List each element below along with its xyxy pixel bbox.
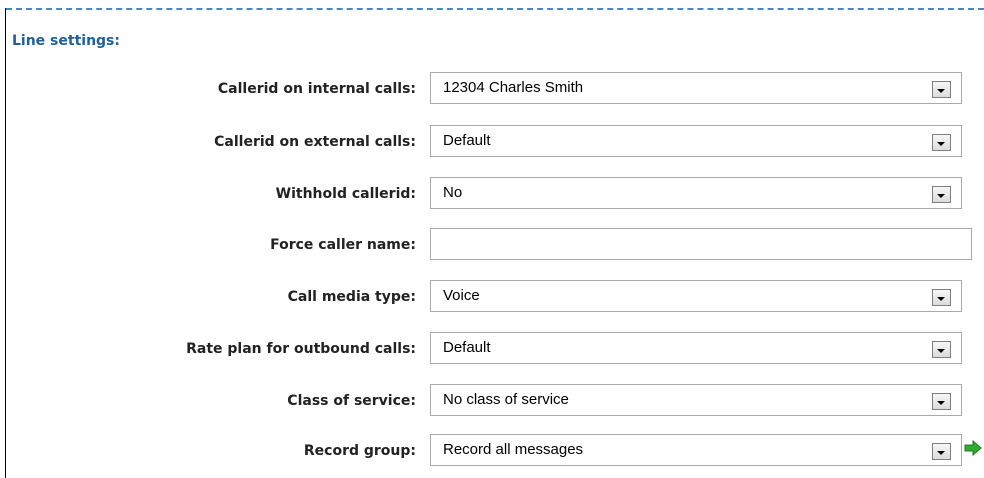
chevron-down-icon[interactable]: [932, 289, 951, 306]
withhold-callerid-label: Withhold callerid:: [275, 186, 416, 202]
chevron-down-icon[interactable]: [932, 393, 951, 410]
row-class-of-service: Class of service: No class of service: [0, 384, 984, 418]
record-group-value: Record all messages: [443, 441, 584, 458]
callerid-external-value: Default: [443, 132, 491, 149]
chevron-down-icon[interactable]: [932, 134, 951, 151]
record-group-label: Record group:: [303, 443, 416, 459]
callerid-internal-select[interactable]: 12304 Charles Smith: [430, 72, 962, 104]
chevron-down-icon[interactable]: [932, 443, 951, 460]
row-call-media-type: Call media type: Voice: [0, 280, 984, 314]
chevron-down-icon[interactable]: [932, 341, 951, 358]
callerid-external-select[interactable]: Default: [430, 125, 962, 157]
callerid-internal-label: Callerid on internal calls:: [217, 81, 416, 97]
section-title: Line settings:: [12, 33, 120, 49]
section-divider: [6, 8, 984, 10]
withhold-callerid-value: No: [443, 184, 463, 201]
call-media-type-select[interactable]: Voice: [430, 280, 962, 312]
force-caller-name-label: Force caller name:: [270, 237, 416, 253]
class-of-service-label: Class of service:: [287, 393, 416, 409]
call-media-type-value: Voice: [443, 287, 480, 304]
class-of-service-value: No class of service: [443, 391, 569, 408]
class-of-service-select[interactable]: No class of service: [430, 384, 962, 416]
force-caller-name-input[interactable]: [430, 228, 972, 260]
row-force-caller-name: Force caller name:: [0, 228, 984, 262]
record-group-select[interactable]: Record all messages: [430, 434, 962, 466]
row-callerid-external: Callerid on external calls: Default: [0, 125, 984, 159]
row-rate-plan: Rate plan for outbound calls: Default: [0, 332, 984, 366]
rate-plan-select[interactable]: Default: [430, 332, 962, 364]
call-media-type-label: Call media type:: [287, 289, 416, 305]
row-withhold-callerid: Withhold callerid: No: [0, 177, 984, 211]
withhold-callerid-select[interactable]: No: [430, 177, 962, 209]
green-arrow-right-icon[interactable]: [964, 440, 982, 456]
rate-plan-value: Default: [443, 339, 491, 356]
chevron-down-icon[interactable]: [932, 186, 951, 203]
callerid-internal-value: 12304 Charles Smith: [443, 79, 584, 96]
row-record-group: Record group: Record all messages: [0, 434, 984, 468]
callerid-external-label: Callerid on external calls:: [214, 134, 416, 150]
chevron-down-icon[interactable]: [932, 81, 951, 98]
rate-plan-label: Rate plan for outbound calls:: [186, 341, 416, 357]
row-callerid-internal: Callerid on internal calls: 12304 Charle…: [0, 72, 984, 106]
